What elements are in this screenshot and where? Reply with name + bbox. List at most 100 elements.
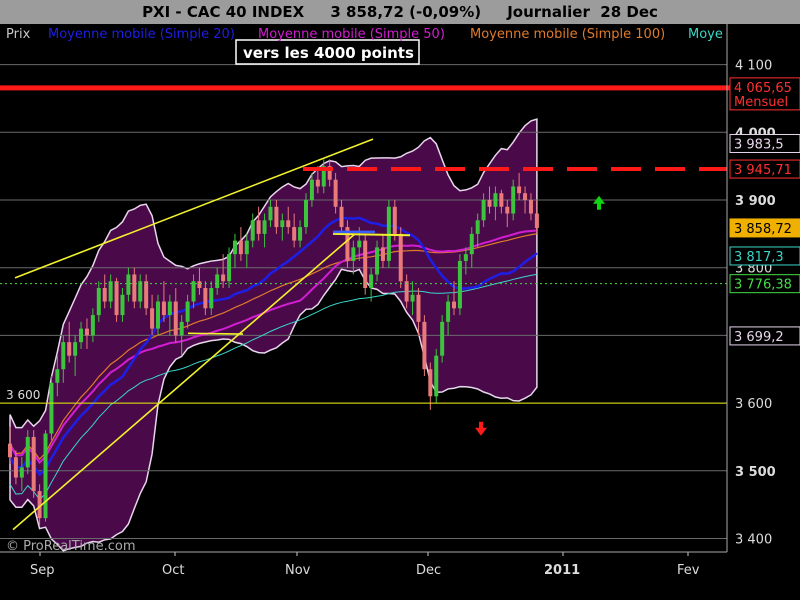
- x-tick-label: Fev: [677, 563, 700, 578]
- candle-body: [499, 193, 504, 207]
- candle-body: [49, 382, 54, 434]
- x-tick-label: 2011: [544, 563, 580, 578]
- legend-item-0: Prix: [6, 27, 31, 42]
- candle-body: [339, 206, 344, 228]
- legend-item-4: Moye: [688, 27, 723, 42]
- candle-body: [487, 200, 492, 207]
- candle-body: [363, 240, 368, 288]
- candle-body: [298, 227, 303, 241]
- candle-body: [274, 206, 279, 228]
- price-label-text: 3 983,5: [734, 137, 784, 152]
- candle-body: [428, 369, 433, 397]
- x-tick-label: Nov: [285, 563, 311, 578]
- candle-body: [333, 179, 338, 207]
- candle-body: [357, 240, 362, 248]
- price-label-text: 3 817,3: [734, 250, 784, 265]
- candle-body: [440, 321, 445, 356]
- candle-body: [304, 200, 308, 228]
- flag-line: [187, 332, 244, 335]
- price-chart: 3 600 vers les 4000 points Prix Moyenne mob…: [0, 24, 800, 578]
- price-label-text: 3 699,2: [734, 330, 784, 345]
- price-label-subtext: Mensuel: [734, 95, 788, 110]
- y-tick-label: 3 600: [735, 397, 772, 412]
- x-tick-label: Sep: [30, 563, 55, 578]
- price-labels: 4 065,65Mensuel 3 983,5 3 945,71 3 858,72 3 …: [729, 77, 800, 346]
- candle-body: [19, 467, 24, 478]
- candle-body: [475, 220, 480, 234]
- top-range-line: [332, 232, 411, 237]
- candle-body: [250, 220, 255, 241]
- y-axis-labels: 3 4003 5003 6003 7003 8003 9004 0004 100: [735, 59, 776, 548]
- candle-body: [446, 301, 451, 322]
- candle-body: [434, 355, 439, 397]
- legend: Prix Moyenne mobile (Simple 20) Moyenne mo…: [6, 27, 723, 42]
- candle-body: [8, 443, 12, 458]
- candle-body: [232, 240, 237, 255]
- candle-body: [280, 220, 285, 228]
- x-tick-label: Dec: [416, 563, 441, 578]
- candle-body: [481, 200, 486, 221]
- candle-body: [156, 301, 160, 329]
- candle-body: [126, 274, 131, 295]
- candle-body: [209, 288, 214, 309]
- candle-body: [493, 193, 498, 207]
- price-label-text: 3 858,72: [734, 222, 792, 237]
- candle-body: [120, 294, 125, 316]
- candle-body: [244, 240, 249, 255]
- candle-body: [392, 206, 397, 234]
- candle-body: [505, 206, 510, 214]
- price-label-text: 4 065,65: [734, 81, 792, 96]
- support-label: 3 600: [6, 388, 40, 402]
- candle-body: [410, 294, 415, 302]
- candle-body: [197, 281, 202, 288]
- candle-body: [114, 281, 119, 316]
- candle-body: [61, 342, 66, 370]
- candle-body: [185, 301, 190, 322]
- candle-body: [221, 274, 226, 282]
- candle-body: [161, 301, 166, 316]
- candle-body: [79, 328, 84, 343]
- candle-body: [375, 247, 380, 275]
- candle-body: [416, 294, 421, 322]
- candle-body: [315, 179, 320, 187]
- candle-body: [73, 342, 78, 356]
- candle-body: [351, 247, 356, 261]
- candle-body: [25, 436, 30, 468]
- price-label-text: 3 945,71: [734, 163, 792, 178]
- y-tick-label: 4 100: [735, 59, 772, 74]
- candle-body: [469, 233, 474, 255]
- candle-body: [67, 342, 72, 356]
- candle-body: [167, 301, 172, 316]
- candle-body: [43, 433, 48, 519]
- candle-body: [292, 227, 297, 241]
- candle-body: [13, 457, 18, 478]
- candle-body: [309, 179, 314, 200]
- legend-item-1: Moyenne mobile (Simple 20): [48, 27, 235, 42]
- watermark: © ProRealTime.com: [6, 539, 136, 554]
- candle-body: [457, 260, 462, 309]
- candle-body: [256, 220, 261, 234]
- candle-body: [286, 220, 291, 228]
- annotation-text: vers les 4000 points: [243, 44, 414, 62]
- candle-body: [463, 254, 468, 261]
- candle-body: [90, 315, 95, 336]
- candle-body: [108, 281, 113, 302]
- candle-body: [528, 200, 533, 214]
- candle-body: [422, 321, 427, 370]
- candle-body: [511, 186, 516, 214]
- x-axis-labels: Sep Oct Nov Dec 2011 Fev: [30, 563, 700, 578]
- candle-body: [132, 274, 137, 302]
- candle-body: [238, 240, 243, 255]
- x-tick-label: Oct: [162, 563, 184, 578]
- candle-body: [215, 274, 220, 288]
- candle-body: [203, 288, 208, 309]
- candle-body: [84, 328, 89, 336]
- candle-body: [268, 206, 273, 221]
- candle-body: [262, 220, 267, 234]
- candle-body: [144, 281, 149, 309]
- candle-body: [138, 281, 143, 302]
- candle-body: [191, 281, 196, 302]
- candle-body: [523, 193, 528, 200]
- legend-item-2: Moyenne mobile (Simple 50): [258, 27, 445, 42]
- candle-body: [150, 308, 155, 329]
